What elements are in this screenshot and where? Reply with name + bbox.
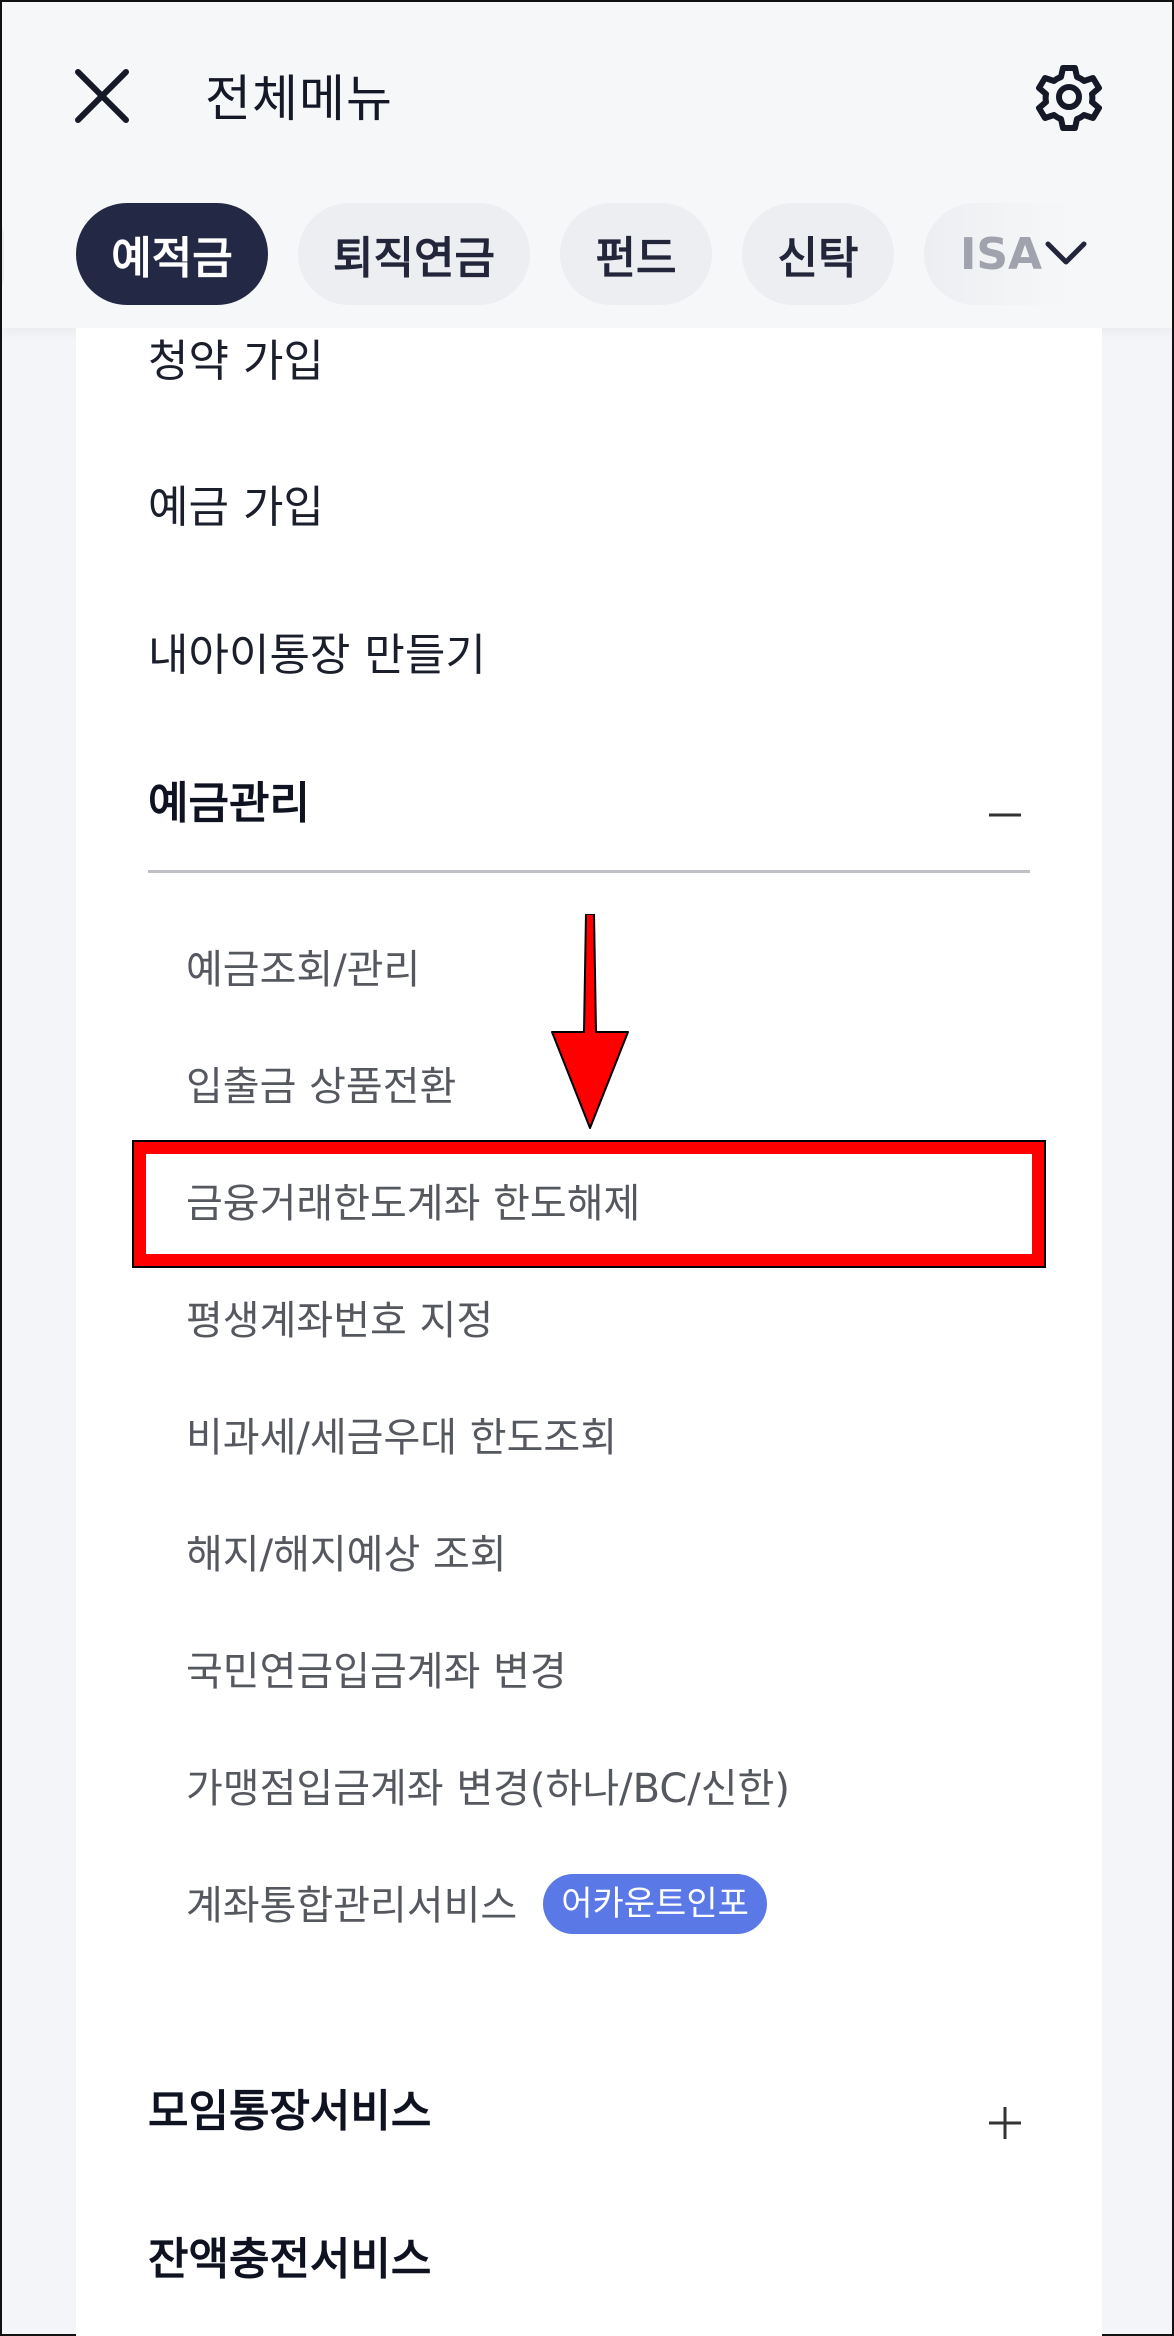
tab-isa-label: ISA — [960, 229, 1043, 280]
section-title: 잔액충전서비스 — [148, 2234, 432, 2285]
menu-item-child-account[interactable]: 내아이통장 만들기 — [148, 626, 486, 686]
sub-item-deposit-inquiry[interactable]: 예금조회/관리 — [186, 942, 420, 998]
down-arrow-annotation — [551, 914, 629, 1129]
section-balance-charge[interactable]: 잔액충전서비스 — [148, 2230, 1030, 2290]
section-title: 예금관리 — [148, 778, 310, 829]
tab-deposit[interactable]: 예적금 — [76, 203, 268, 305]
highlight-box — [132, 1140, 1046, 1268]
category-tabs: 예적금 퇴직연금 펀드 신탁 ISA — [2, 198, 1172, 328]
section-group-account[interactable]: 모임통장서비스 — [148, 2082, 1030, 2142]
section-divider — [148, 870, 1030, 873]
sub-item-label: 계좌통합관리서비스 — [186, 1883, 518, 1929]
gear-icon[interactable] — [1034, 62, 1104, 132]
sub-item-termination-inquiry[interactable]: 해지/해지예상 조회 — [186, 1527, 507, 1583]
minus-icon[interactable] — [988, 788, 1022, 822]
plus-icon[interactable] — [988, 2096, 1022, 2139]
menu-item-subscription-signup[interactable]: 청약 가입 — [148, 332, 324, 392]
tab-trust[interactable]: 신탁 — [742, 203, 894, 305]
sub-item-product-conversion[interactable]: 입출금 상품전환 — [186, 1059, 456, 1115]
section-deposit-management[interactable]: 예금관리 — [148, 774, 1030, 834]
chevron-down-icon[interactable] — [1042, 234, 1090, 274]
sub-item-lifetime-account[interactable]: 평생계좌번호 지정 — [186, 1293, 493, 1349]
sub-item-pension-account-change[interactable]: 국민연금입금계좌 변경 — [186, 1644, 567, 1700]
page-title: 전체메뉴 — [205, 70, 393, 128]
accountinfo-badge: 어카운트인포 — [543, 1874, 767, 1934]
section-title: 모임통장서비스 — [148, 2086, 432, 2137]
sub-item-merchant-account-change[interactable]: 가맹점입금계좌 변경(하나/BC/신한) — [186, 1761, 790, 1817]
tab-fund[interactable]: 펀드 — [560, 203, 712, 305]
top-header: 전체메뉴 — [2, 2, 1172, 198]
menu-panel: 청약 가입 예금 가입 내아이통장 만들기 예금관리 예금조회/관리 입출금 상… — [76, 328, 1102, 2336]
menu-item-deposit-signup[interactable]: 예금 가입 — [148, 478, 324, 538]
tab-partial-previous[interactable] — [2, 206, 4, 306]
sub-item-tax-exempt-inquiry[interactable]: 비과세/세금우대 한도조회 — [186, 1410, 617, 1466]
close-icon[interactable] — [72, 66, 132, 126]
tab-retirement-pension[interactable]: 퇴직연금 — [298, 203, 530, 305]
sub-item-account-integration[interactable]: 계좌통합관리서비스 어카운트인포 — [186, 1874, 767, 1938]
